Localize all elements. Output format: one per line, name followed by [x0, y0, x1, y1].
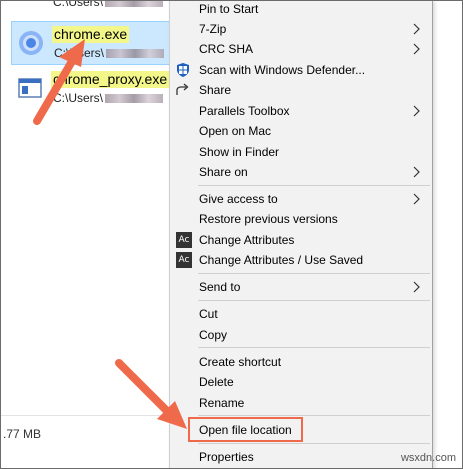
- menu-item-properties[interactable]: Properties: [170, 447, 432, 467]
- menu-item-7zip[interactable]: 7-Zip: [170, 19, 432, 39]
- chevron-right-icon: [413, 281, 420, 293]
- menu-item-show-in-finder[interactable]: Show in Finder: [170, 142, 432, 162]
- menu-item-scan-defender[interactable]: Scan with Windows Defender...: [170, 60, 432, 80]
- menu-item-change-attributes-saved[interactable]: Ac Change Attributes / Use Saved: [170, 250, 432, 270]
- menu-item-open-on-mac[interactable]: Open on Mac: [170, 121, 432, 141]
- menu-separator: [198, 347, 430, 348]
- chevron-right-icon: [413, 193, 420, 205]
- menu-item-pin-to-start[interactable]: Pin to Start: [170, 1, 432, 19]
- menu-item-give-access-to[interactable]: Give access to: [170, 189, 432, 209]
- share-icon: [176, 83, 189, 95]
- watermark: wsxdn.com: [400, 452, 456, 464]
- change-attributes-icon: Ac: [176, 232, 192, 248]
- file-size-text: .77 MB: [3, 427, 42, 441]
- menu-item-open-file-location[interactable]: Open file location: [170, 420, 432, 440]
- menu-item-parallels-toolbox[interactable]: Parallels Toolbox: [170, 101, 432, 121]
- menu-item-cut[interactable]: Cut: [170, 304, 432, 324]
- result-name: chrome.exe: [52, 26, 130, 43]
- menu-item-crc-sha[interactable]: CRC SHA: [170, 39, 432, 59]
- context-menu: Pin to Start 7-Zip CRC SHA Scan with Win…: [169, 1, 433, 468]
- chevron-right-icon: [413, 166, 420, 178]
- result-name: chrome_proxy.exe: [51, 71, 170, 88]
- application-icon: [18, 78, 42, 98]
- menu-separator: [198, 185, 430, 186]
- menu-item-create-shortcut[interactable]: Create shortcut: [170, 352, 432, 372]
- menu-separator: [198, 273, 430, 274]
- result-item-chrome[interactable]: chrome.exe C:\Users\: [11, 21, 171, 65]
- menu-item-share[interactable]: Share: [170, 80, 432, 100]
- menu-item-copy[interactable]: Copy: [170, 325, 432, 345]
- menu-item-share-on[interactable]: Share on: [170, 162, 432, 182]
- menu-separator: [198, 415, 430, 416]
- result-path-partial: C:\Users\: [53, 1, 165, 9]
- chevron-right-icon: [413, 23, 420, 35]
- menu-item-change-attributes[interactable]: Ac Change Attributes: [170, 230, 432, 250]
- result-item-chrome-proxy[interactable]: chrome_proxy.exe C:\Users\: [11, 67, 171, 111]
- menu-item-delete[interactable]: Delete: [170, 372, 432, 392]
- chevron-right-icon: [413, 43, 420, 55]
- menu-item-restore-previous[interactable]: Restore previous versions: [170, 209, 432, 229]
- menu-separator: [198, 300, 430, 301]
- screenshot-frame: C:\Users\ chrome.exe C:\Users\ chrome_pr…: [0, 0, 463, 469]
- search-results: C:\Users\ chrome.exe C:\Users\ chrome_pr…: [1, 1, 171, 468]
- menu-separator: [198, 443, 430, 444]
- windows-defender-icon: [177, 63, 189, 77]
- result-path: C:\Users\: [53, 91, 165, 105]
- menu-item-rename[interactable]: Rename: [170, 393, 432, 413]
- change-attributes-icon: Ac: [176, 252, 192, 268]
- chevron-right-icon: [413, 105, 420, 117]
- status-divider: [1, 415, 171, 416]
- result-path: C:\Users\: [54, 46, 166, 60]
- chrome-icon: [19, 31, 43, 55]
- menu-item-send-to[interactable]: Send to: [170, 277, 432, 297]
